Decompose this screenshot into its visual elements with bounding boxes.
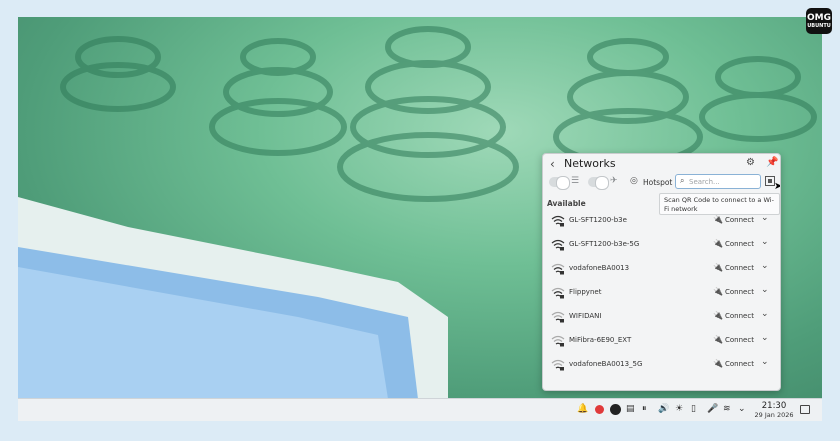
chevron-down-icon[interactable]: ⌄	[761, 357, 769, 367]
show-desktop-button[interactable]	[800, 405, 810, 414]
network-name: GL-SFT1200-b3e-5G	[569, 240, 640, 248]
plug-icon: 🔌	[713, 263, 723, 272]
network-name: Flippynet	[569, 288, 602, 296]
popup-title: Networks	[564, 157, 616, 170]
plug-icon: 🔌	[713, 335, 723, 344]
notification-icon[interactable]: 🔔	[577, 404, 588, 414]
connect-button[interactable]: Connect	[725, 216, 754, 224]
hotspot-icon: ◎	[630, 176, 638, 186]
clipboard-icon[interactable]: ▤	[626, 404, 635, 414]
network-name: MiFibra-6E90_EXT	[569, 336, 632, 344]
connect-button[interactable]: Connect	[725, 288, 754, 296]
network-row[interactable]: GL-SFT1200-b3e-5G 🔌 Connect ⌄	[543, 235, 780, 259]
connect-button[interactable]: Connect	[725, 312, 754, 320]
device-icon[interactable]: ▯	[691, 404, 696, 414]
wifi-signal-icon	[551, 287, 565, 299]
configure-icon[interactable]: ⚙	[746, 157, 755, 168]
chevron-down-icon[interactable]: ⌄	[738, 404, 746, 414]
connect-button[interactable]: Connect	[725, 264, 754, 272]
network-name: vodafoneBA0013_5G	[569, 360, 643, 368]
media-icon[interactable]: ⏸	[642, 404, 647, 414]
wifi-signal-icon	[551, 215, 565, 227]
network-row[interactable]: vodafoneBA0013 🔌 Connect ⌄	[543, 259, 780, 283]
wifi-signal-icon	[551, 335, 565, 347]
clock-date: 29 Jan 2026	[754, 411, 794, 419]
chevron-down-icon[interactable]: ⌄	[761, 261, 769, 271]
chevron-down-icon[interactable]: ⌄	[761, 309, 769, 319]
pin-icon[interactable]: 📌	[766, 157, 778, 168]
available-label: Available	[547, 199, 586, 208]
wifi-signal-icon	[551, 239, 565, 251]
network-icon[interactable]: ≋	[723, 404, 731, 414]
plug-icon: 🔌	[713, 311, 723, 320]
plug-icon: 🔌	[713, 287, 723, 296]
mobile-data-toggle[interactable]	[588, 176, 609, 190]
network-row[interactable]: MiFibra-6E90_EXT 🔌 Connect ⌄	[543, 331, 780, 355]
chevron-down-icon[interactable]: ⌄	[761, 285, 769, 295]
network-row[interactable]: vodafoneBA0013_5G 🔌 Connect ⌄	[543, 355, 780, 379]
search-icon: ⌕	[680, 176, 685, 185]
connect-button[interactable]: Connect	[725, 336, 754, 344]
plug-icon: 🔌	[713, 359, 723, 368]
chevron-down-icon[interactable]: ⌄	[761, 213, 769, 223]
network-name: GL-SFT1200-b3e	[569, 216, 627, 224]
record-icon[interactable]	[595, 405, 604, 414]
search-input[interactable]	[689, 176, 759, 187]
taskbar: 🔔 ▤ ⏸ 🔊 ☀ ▯ 🎤 ≋ ⌄ 21:30 29 Jan 2026	[18, 398, 822, 421]
network-row[interactable]: WIFIDANI 🔌 Connect ⌄	[543, 307, 780, 331]
mouse-cursor-icon: ➤	[774, 181, 780, 192]
brightness-icon[interactable]: ☀	[675, 404, 683, 414]
wifi-signal-icon	[551, 359, 565, 371]
network-row[interactable]: GL-SFT1200-b3e 🔌 Connect ⌄	[543, 211, 780, 235]
app-avatar-icon[interactable]	[610, 404, 621, 415]
network-name: WIFIDANI	[569, 312, 602, 320]
wifi-toggle-icon: ☰	[571, 176, 580, 186]
hotspot-button[interactable]: Hotspot	[643, 178, 672, 187]
wifi-signal-icon	[551, 311, 565, 323]
back-icon[interactable]: ‹	[550, 157, 555, 171]
volume-icon[interactable]: 🔊	[658, 404, 669, 414]
clock-time[interactable]: 21:30	[754, 401, 794, 411]
plug-icon: 🔌	[713, 239, 723, 248]
connect-button[interactable]: Connect	[725, 360, 754, 368]
network-row[interactable]: Flippynet 🔌 Connect ⌄	[543, 283, 780, 307]
wifi-toggle[interactable]	[549, 176, 570, 190]
wifi-signal-icon	[551, 263, 565, 275]
microphone-icon[interactable]: 🎤	[707, 404, 718, 414]
chevron-down-icon[interactable]: ⌄	[761, 333, 769, 343]
networks-popup: ‹ Networks ⚙ 📌 ☰ ✈ ◎ Hotspot ⌕ ➤ Scan QR…	[542, 153, 781, 391]
connect-button[interactable]: Connect	[725, 240, 754, 248]
search-field[interactable]: ⌕	[675, 174, 761, 189]
omg-ubuntu-logo: OMG UBUNTU	[806, 8, 832, 34]
plug-icon: 🔌	[713, 215, 723, 224]
airplane-toggle-icon: ✈	[610, 176, 618, 186]
chevron-down-icon[interactable]: ⌄	[761, 237, 769, 247]
popup-header: ‹ Networks ⚙ 📌	[543, 154, 780, 174]
network-name: vodafoneBA0013	[569, 264, 630, 272]
